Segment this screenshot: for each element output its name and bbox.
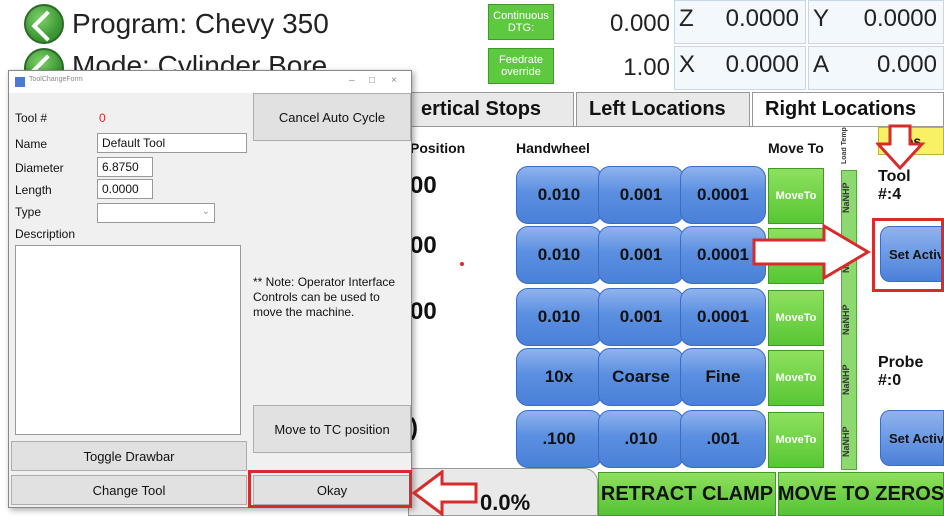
- handwheel-header: Handwheel: [516, 140, 590, 156]
- chevron-down-icon: ⌄: [201, 206, 210, 217]
- axis-y-readout: Y 0.0000: [808, 0, 944, 44]
- axis-x-value: 0.0000: [725, 51, 799, 78]
- progress-percent: 0.0%: [480, 490, 531, 515]
- handwheel-button[interactable]: 0.001: [598, 288, 684, 346]
- maximize-icon[interactable]: □: [369, 75, 375, 86]
- length-field[interactable]: [97, 179, 153, 199]
- tab-vertical-stops[interactable]: ertical Stops: [408, 92, 574, 126]
- handwheel-button[interactable]: Fine: [680, 348, 766, 406]
- tab-right-locations[interactable]: Right Locations: [752, 92, 944, 126]
- axis-z-label: Z: [679, 5, 694, 32]
- axis-a-label: A: [813, 51, 830, 78]
- axis-a-value: 0.000: [876, 51, 937, 78]
- nanhp-label: NaNHP: [841, 304, 851, 336]
- tool-num-label: Tool #: [15, 111, 48, 125]
- tab-left-locations[interactable]: Left Locations: [576, 92, 750, 126]
- set-active-highlight: [872, 218, 944, 292]
- description-field[interactable]: [15, 245, 241, 435]
- description-label: Description: [15, 227, 76, 241]
- red-dot: [460, 262, 464, 266]
- position-value: 00: [410, 172, 437, 199]
- toggle-drawbar-button[interactable]: Toggle Drawbar: [11, 441, 247, 471]
- position-value: 00: [410, 232, 437, 259]
- minimize-icon[interactable]: –: [349, 75, 355, 86]
- load-temp-header: Load Temp: [841, 127, 848, 165]
- axis-y-label: Y: [813, 5, 830, 32]
- nanhp-label: NaNHP: [841, 182, 851, 214]
- axis-x-readout: X 0.0000: [674, 46, 806, 90]
- arrow-down-icon: [876, 124, 926, 170]
- handwheel-button[interactable]: 0.010: [516, 288, 602, 346]
- close-icon[interactable]: ×: [391, 75, 397, 86]
- okay-highlight: [248, 470, 412, 508]
- position-value: 00: [410, 298, 437, 325]
- feedrate-label: Feedrate override: [488, 48, 554, 84]
- axis-x-label: X: [679, 51, 696, 78]
- operator-note: ** Note: Operator Interface Controls can…: [253, 275, 396, 319]
- diameter-field[interactable]: [97, 157, 153, 177]
- moveto-button[interactable]: MoveTo: [768, 350, 824, 406]
- type-select[interactable]: ⌄: [97, 203, 215, 223]
- set-active-button[interactable]: Set Activ: [880, 410, 944, 466]
- moveto-button[interactable]: MoveTo: [768, 412, 824, 468]
- continuous-dtg-label: Continuous DTG:: [488, 4, 554, 40]
- axis-y-value: 0.0000: [863, 5, 937, 32]
- cancel-auto-cycle-button[interactable]: Cancel Auto Cycle: [253, 93, 411, 141]
- axis-z-readout: Z 0.0000: [674, 0, 806, 44]
- handwheel-button[interactable]: 0.010: [516, 226, 602, 284]
- moveto-button[interactable]: MoveTo: [768, 168, 824, 224]
- app-icon: [15, 77, 25, 87]
- feedrate-value: 1.00: [623, 54, 670, 81]
- position-header: Position: [410, 140, 466, 156]
- nanhp-label: NaNHP: [841, 364, 851, 396]
- nanhp-label: NaNHP: [841, 426, 851, 458]
- name-field[interactable]: [97, 133, 247, 153]
- axis-z-value: 0.0000: [725, 5, 799, 32]
- program-icon[interactable]: [24, 4, 64, 44]
- length-label: Length: [15, 183, 52, 197]
- arrow-left-icon: [412, 470, 478, 516]
- continuous-dtg-value: 0.000: [609, 10, 670, 37]
- program-label: Program: Chevy 350: [72, 8, 329, 39]
- tool-num-value: 0: [99, 111, 106, 125]
- handwheel-button[interactable]: 0.0001: [680, 166, 766, 224]
- type-label: Type: [15, 205, 42, 219]
- handwheel-button[interactable]: 0.001: [598, 226, 684, 284]
- handwheel-button[interactable]: .010: [598, 410, 684, 468]
- moveto-header: Move To: [768, 140, 824, 156]
- handwheel-button[interactable]: 0.010: [516, 166, 602, 224]
- handwheel-button[interactable]: 0.0001: [680, 288, 766, 346]
- tool-change-dialog: ToolChangeForm – □ × Tool # 0 Name Diame…: [8, 70, 412, 508]
- dialog-title: ToolChangeForm: [29, 76, 83, 83]
- change-tool-button[interactable]: Change Tool: [11, 475, 247, 505]
- handwheel-button[interactable]: .001: [680, 410, 766, 468]
- tool-number-label: Tool #:4: [878, 168, 911, 203]
- move-to-tc-button[interactable]: Move to TC position: [253, 405, 411, 453]
- handwheel-button[interactable]: .100: [516, 410, 602, 468]
- probe-number-label: Probe #:0: [878, 354, 924, 389]
- diameter-label: Diameter: [15, 161, 64, 175]
- moveto-button[interactable]: MoveTo: [768, 290, 824, 346]
- handwheel-button[interactable]: Coarse: [598, 348, 684, 406]
- name-label: Name: [15, 137, 48, 151]
- move-to-zeros-button[interactable]: MOVE TO ZEROS: [778, 472, 944, 516]
- arrow-right-icon: [752, 223, 871, 281]
- handwheel-button[interactable]: 10x: [516, 348, 602, 406]
- handwheel-button[interactable]: 0.001: [598, 166, 684, 224]
- dialog-titlebar[interactable]: ToolChangeForm – □ ×: [9, 71, 411, 93]
- axis-a-readout: A 0.000: [808, 46, 944, 90]
- retract-clamp-button[interactable]: RETRACT CLAMP: [598, 472, 776, 516]
